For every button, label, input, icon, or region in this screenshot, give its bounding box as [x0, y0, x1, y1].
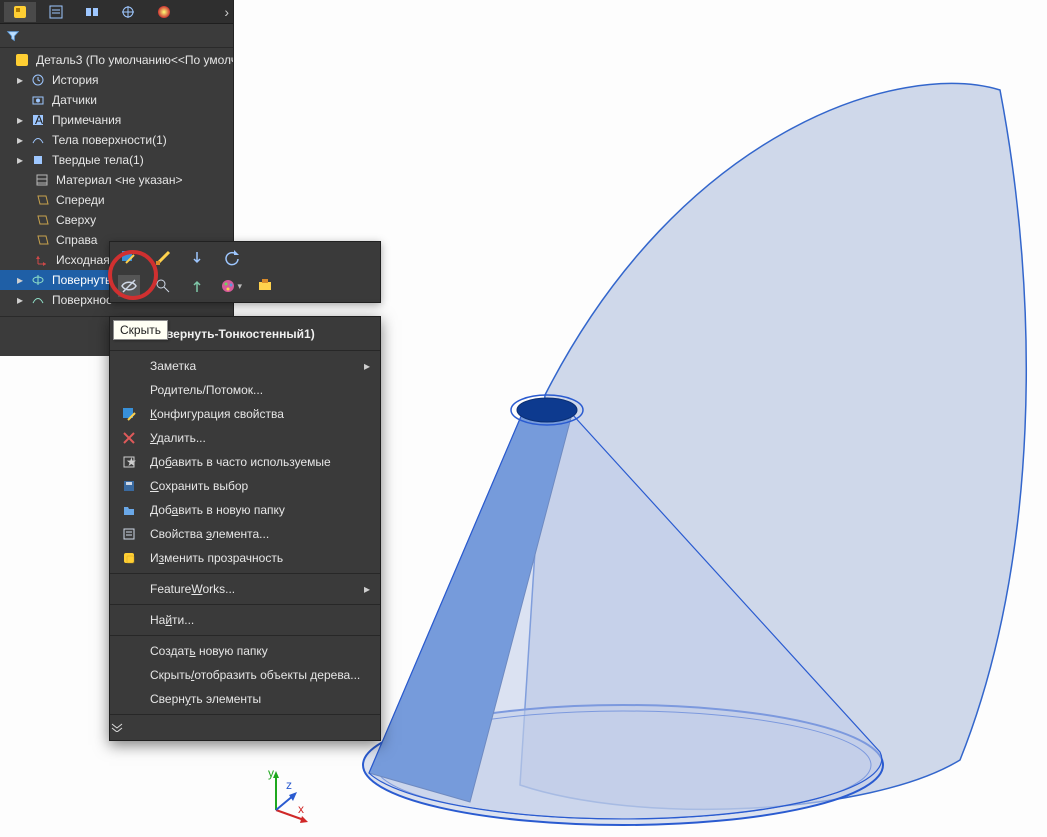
rollback-button[interactable]: [220, 247, 242, 269]
menu-item-feature-properties[interactable]: Свойства элемента...: [110, 522, 380, 546]
expand-toggle[interactable]: ▸: [14, 153, 26, 167]
tree-item-front-plane[interactable]: ▸ Спереди: [0, 190, 233, 210]
plane-icon: [34, 212, 50, 228]
cone-top-hole: [517, 398, 577, 422]
tree-item-material[interactable]: ▸ Материал <не указан>: [0, 170, 233, 190]
folder-icon: [120, 501, 138, 519]
menu-item-add-to-folder[interactable]: Добавить в новую папку: [110, 498, 380, 522]
menu-item-configure-feature[interactable]: Конфигурация свойства: [110, 402, 380, 426]
tree-item-top-plane[interactable]: ▸ Сверху: [0, 210, 233, 230]
edit-feature-button[interactable]: [118, 247, 140, 269]
tree-root-label: Деталь3 (По умолчанию<<По умолч: [34, 53, 233, 67]
isolate-button[interactable]: [254, 275, 276, 297]
tab-property-manager[interactable]: [40, 2, 72, 22]
expand-toggle[interactable]: ▸: [14, 113, 26, 127]
plane-icon: [34, 232, 50, 248]
surface-feature-icon: [30, 292, 46, 308]
plane-icon: [34, 192, 50, 208]
tree-item-annotations[interactable]: ▸ A Примечания: [0, 110, 233, 130]
expand-toggle[interactable]: ▸: [14, 293, 26, 307]
sensors-icon: [30, 92, 46, 108]
menu-item-find[interactable]: Найти...: [110, 608, 380, 632]
menu-item-change-transparency[interactable]: Изменить прозрачность: [110, 546, 380, 570]
menu-more-indicator[interactable]: [110, 718, 380, 736]
menu-item-save-selection[interactable]: Сохранить выбор: [110, 474, 380, 498]
surface-bodies-icon: [30, 132, 46, 148]
zoom-to-button[interactable]: [152, 275, 174, 297]
svg-text:A: A: [35, 113, 43, 127]
expand-toggle[interactable]: ▸: [14, 73, 26, 87]
favorite-icon: ★: [120, 453, 138, 471]
tree-item-history[interactable]: ▸ История: [0, 70, 233, 90]
menu-item-delete[interactable]: Удалить...: [110, 426, 380, 450]
expand-toggle[interactable]: ▸: [14, 273, 26, 287]
tab-configuration-manager[interactable]: [76, 2, 108, 22]
panel-tabstrip: ›: [0, 0, 233, 24]
svg-text:z: z: [286, 778, 292, 792]
part-icon: [14, 52, 30, 68]
menu-item-create-folder[interactable]: Создать новую папку: [110, 639, 380, 663]
tooltip: Скрыть: [113, 320, 168, 340]
svg-text:x: x: [298, 802, 304, 816]
save-icon: [120, 477, 138, 495]
menu-item-comment[interactable]: Заметка▸: [110, 354, 380, 378]
svg-text:★: ★: [126, 455, 136, 469]
tree-item-sensors[interactable]: ▸ Датчики: [0, 90, 233, 110]
panel-tabs-more[interactable]: ›: [224, 4, 229, 20]
tab-feature-tree[interactable]: [4, 2, 36, 22]
orientation-triad[interactable]: y x z: [256, 765, 316, 825]
props-icon: [120, 525, 138, 543]
origin-icon: [34, 252, 50, 268]
appearance-button[interactable]: [220, 275, 242, 297]
context-menu: Повернуть-Тонкостенный1) Заметка▸ Родите…: [109, 316, 381, 741]
menu-item-hide-show-tree[interactable]: Скрыть/отобразить объекты дерева...: [110, 663, 380, 687]
transparency-icon: [120, 549, 138, 567]
context-toolbar: [109, 241, 381, 303]
revolve-icon: [30, 272, 46, 288]
tree-root[interactable]: ▸ Деталь3 (По умолчанию<<По умолч: [0, 50, 233, 70]
expand-toggle[interactable]: ▸: [14, 133, 26, 147]
funnel-icon: [6, 29, 20, 43]
solid-bodies-icon: [30, 152, 46, 168]
edit-sketch-button[interactable]: [152, 247, 174, 269]
tab-dimxpert[interactable]: [112, 2, 144, 22]
config-icon: [120, 405, 138, 423]
tree-filter-bar[interactable]: [0, 24, 233, 48]
menu-item-parent-child[interactable]: Родитель/Потомок...: [110, 378, 380, 402]
tab-display-manager[interactable]: [148, 2, 180, 22]
menu-item-add-favorite[interactable]: ★ Добавить в часто используемые: [110, 450, 380, 474]
material-icon: [34, 172, 50, 188]
svg-text:y: y: [268, 766, 274, 780]
delete-icon: [120, 429, 138, 447]
suppress-button[interactable]: [186, 247, 208, 269]
menu-item-featureworks[interactable]: FeatureWorks...▸: [110, 577, 380, 601]
tree-item-solid-bodies[interactable]: ▸ Твердые тела(1): [0, 150, 233, 170]
history-icon: [30, 72, 46, 88]
normal-to-button[interactable]: [186, 275, 208, 297]
annotations-icon: A: [30, 112, 46, 128]
tree-item-surface-bodies[interactable]: ▸ Тела поверхности(1): [0, 130, 233, 150]
menu-item-collapse[interactable]: Свернуть элементы: [110, 687, 380, 711]
hide-button[interactable]: [118, 275, 140, 297]
